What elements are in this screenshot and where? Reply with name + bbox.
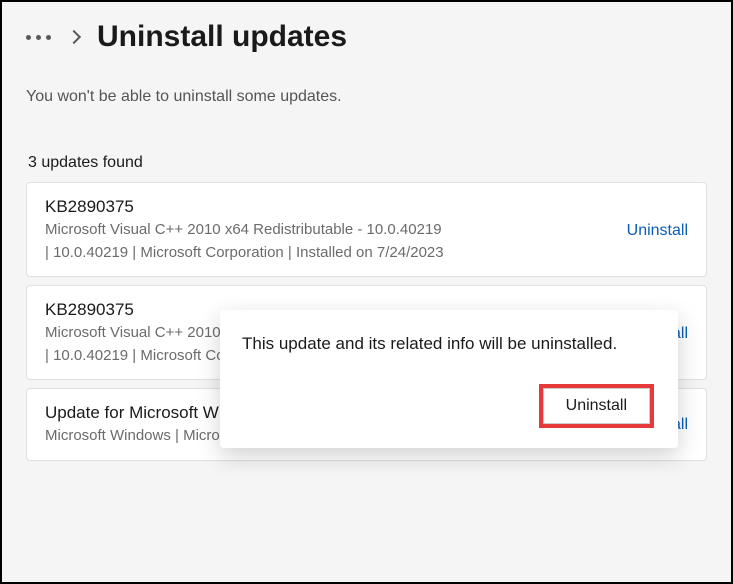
updates-count: 3 updates found [26, 154, 707, 172]
confirm-dialog: This update and its related info will be… [220, 310, 678, 448]
dialog-message: This update and its related info will be… [242, 332, 654, 356]
chevron-right-icon [67, 30, 81, 44]
update-subtitle: Microsoft Visual C++ 2010 x64 Redistribu… [45, 219, 615, 264]
update-card: KB2890375 Microsoft Visual C++ 2010 x64 … [26, 182, 707, 277]
info-text: You won't be able to uninstall some upda… [26, 88, 707, 106]
update-title: KB2890375 [45, 197, 615, 217]
page-title: Uninstall updates [97, 20, 347, 54]
highlight-box: Uninstall [539, 384, 654, 428]
confirm-uninstall-button[interactable]: Uninstall [543, 388, 650, 424]
more-icon[interactable] [26, 35, 51, 40]
uninstall-link[interactable]: Uninstall [627, 222, 688, 240]
breadcrumb-header: Uninstall updates [26, 20, 707, 54]
